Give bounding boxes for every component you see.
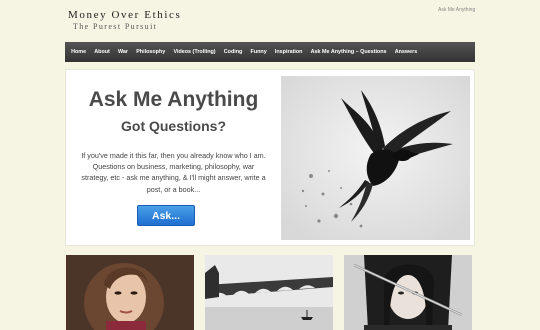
nav-ask-questions[interactable]: Ask Me Anything – Questions	[307, 49, 391, 55]
woman-portrait-image[interactable]	[66, 255, 194, 330]
site-title[interactable]: Money Over Ethics	[68, 9, 181, 21]
hero-description: If you've made it this far, then you alr…	[81, 151, 266, 194]
nav-philosophy[interactable]: Philosophy	[132, 49, 169, 55]
ask-button[interactable]: Ask...	[137, 205, 195, 226]
nav-coding[interactable]: Coding	[220, 49, 247, 55]
hero-title: Ask Me Anything	[88, 88, 259, 111]
main-navigation: Home About War Philosophy Videos (Trolli…	[65, 42, 475, 62]
raven-image	[281, 76, 470, 240]
woman-sword-image[interactable]	[344, 255, 472, 330]
hero-panel: Ask Me Anything Got Questions? If you've…	[65, 69, 475, 246]
bridge-boat-image[interactable]	[205, 255, 333, 330]
nav-videos[interactable]: Videos (Trolling)	[169, 49, 219, 55]
hero-subtitle: Got Questions?	[121, 118, 226, 134]
nav-funny[interactable]: Funny	[246, 49, 270, 55]
nav-home[interactable]: Home	[67, 49, 90, 55]
site-tagline: The Purest Pursuit	[73, 22, 158, 31]
nav-war[interactable]: War	[114, 49, 132, 55]
nav-inspiration[interactable]: Inspiration	[271, 49, 307, 55]
nav-answers[interactable]: Answers	[391, 49, 422, 55]
top-ask-link[interactable]: Ask Me Anything	[438, 7, 475, 13]
nav-about[interactable]: About	[90, 49, 114, 55]
